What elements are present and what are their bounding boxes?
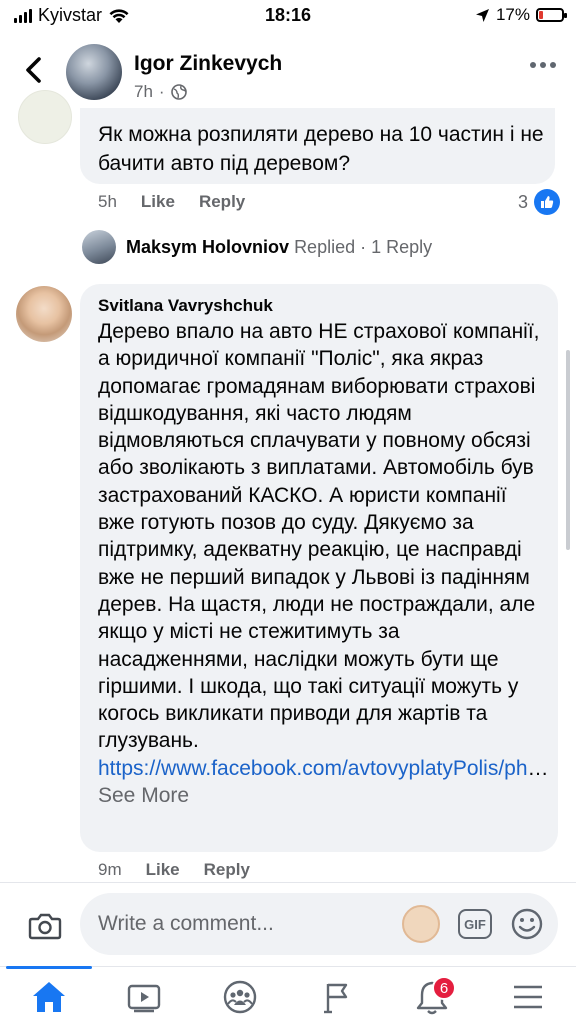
avatar-sticker-button[interactable]	[402, 905, 440, 943]
tab-notifications[interactable]: 6	[410, 975, 456, 1019]
commenter-avatar[interactable]	[16, 286, 72, 342]
gif-button[interactable]: GIF	[458, 909, 492, 939]
globe-icon	[170, 84, 187, 100]
more-options-button[interactable]	[530, 62, 556, 68]
tab-groups[interactable]	[218, 975, 262, 1019]
replier-name: Maksym Holovniov	[126, 236, 290, 257]
reply-button[interactable]: Reply	[199, 192, 245, 212]
post-header: Igor Zinkevych 7h ·	[0, 38, 576, 108]
comment-composer: Write a comment... GIF	[0, 882, 576, 966]
replied-label: Replied	[294, 236, 356, 257]
tab-menu[interactable]	[506, 975, 550, 1019]
thumbs-up-icon	[541, 196, 554, 208]
replies-summary[interactable]: Maksym Holovniov Replied · 1 Reply	[82, 230, 432, 264]
like-button[interactable]: Like	[146, 860, 180, 880]
reply-button[interactable]: Reply	[204, 860, 250, 880]
like-button[interactable]: Like	[141, 192, 175, 212]
tab-watch[interactable]	[122, 975, 166, 1019]
comment-author[interactable]: Svitlana Vavryshchuk	[98, 296, 273, 316]
camera-icon	[28, 913, 62, 940]
back-button[interactable]	[16, 50, 50, 90]
author-name[interactable]: Igor Zinkevych	[134, 52, 282, 76]
author-avatar[interactable]	[66, 44, 122, 100]
dot-separator: ·	[158, 82, 165, 101]
comment-text: Як можна розпиляти дерево на 10 частин і…	[98, 123, 544, 175]
location-arrow-icon	[475, 8, 489, 22]
post-meta: 7h ·	[134, 82, 187, 102]
status-right: 17%	[475, 5, 567, 25]
scrollbar[interactable]	[566, 350, 570, 550]
reaction-count[interactable]: 3	[518, 192, 528, 213]
tab-pages[interactable]	[314, 975, 358, 1019]
chevron-left-icon	[26, 57, 41, 83]
tab-home[interactable]	[27, 975, 71, 1019]
active-tab-indicator	[6, 966, 92, 969]
battery-level	[539, 11, 543, 19]
comment-placeholder: Write a comment...	[98, 912, 274, 935]
comment-body: Дерево впало на авто НЕ страхової компан…	[98, 320, 540, 753]
status-bar: Kyivstar 18:16 17%	[0, 0, 576, 32]
menu-icon	[514, 985, 542, 1009]
groups-icon	[223, 980, 257, 1014]
replies-summary-text: Maksym Holovniov Replied · 1 Reply	[126, 237, 432, 258]
like-reaction-icon[interactable]	[534, 189, 560, 215]
battery-icon	[536, 8, 567, 22]
battery-percent: 17%	[495, 5, 530, 24]
notification-badge: 6	[432, 976, 456, 1000]
pages-flag-icon	[324, 983, 348, 1014]
comment-actions: 5h Like Reply	[98, 192, 245, 212]
video-icon	[127, 984, 161, 1013]
reply-separator: ·	[360, 236, 367, 257]
replier-avatar	[82, 230, 116, 264]
comment-time: 9m	[98, 860, 122, 879]
ellipsis: …	[527, 756, 549, 780]
post-time[interactable]: 7h	[134, 82, 153, 102]
home-icon	[33, 982, 65, 1012]
emoji-icon[interactable]	[510, 907, 544, 941]
comment-actions: 9m Like Reply	[98, 860, 250, 880]
bottom-tab-bar: 6	[0, 966, 576, 1024]
comment-time: 5h	[98, 192, 117, 211]
camera-button[interactable]	[26, 907, 64, 945]
see-more-link[interactable]: See More	[98, 784, 189, 807]
comment-input[interactable]: Write a comment... GIF	[80, 893, 558, 955]
commenter-avatar[interactable]	[18, 90, 72, 144]
comment-link[interactable]: https://www.facebook.com/avtovyplatyPoli…	[98, 757, 528, 780]
reply-count: 1 Reply	[371, 236, 433, 257]
comment-text: Дерево впало на авто НЕ страхової компан…	[98, 318, 549, 809]
